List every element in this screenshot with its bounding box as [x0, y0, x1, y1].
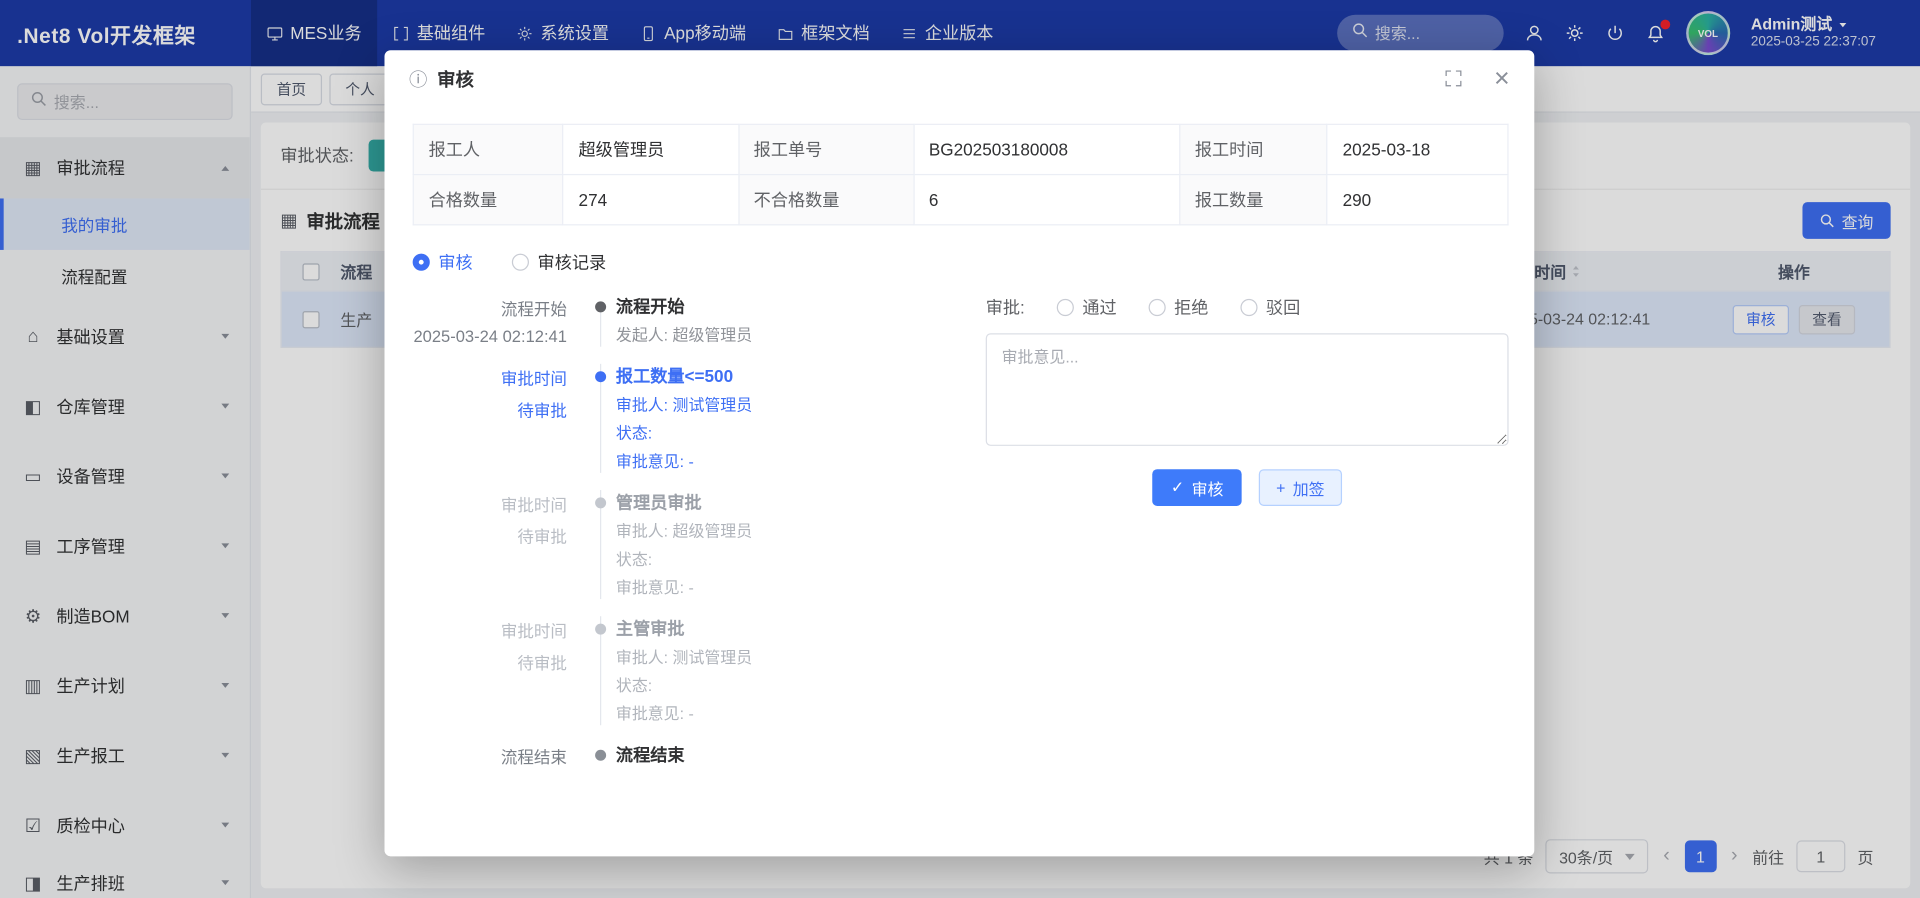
modal-body: 报工人 超级管理员 报工单号 BG202503180008 报工时间 2025-…	[384, 124, 1534, 789]
info-label: 报工时间	[1180, 124, 1328, 174]
work-report-info-table: 报工人 超级管理员 报工单号 BG202503180008 报工时间 2025-…	[413, 124, 1509, 226]
info-value-report-qty: 290	[1327, 175, 1508, 225]
approval-label: 审批:	[986, 295, 1025, 320]
view-mode-radios: 审核 审核记录	[413, 250, 1509, 275]
timeline-dot	[595, 750, 606, 761]
radio-approve-pass[interactable]: 通过	[1057, 295, 1117, 320]
radio-dot-icon	[1057, 299, 1074, 316]
info-icon: ⓘ	[409, 66, 427, 92]
info-value-reporter: 超级管理员	[563, 124, 738, 174]
modal-header: ⓘ 审核 ×	[384, 50, 1534, 106]
radio-dot-icon	[1240, 299, 1257, 316]
add-sign-button[interactable]: + 加签	[1259, 469, 1342, 506]
radio-audit[interactable]: 审核	[413, 250, 473, 275]
info-value-qualified-qty: 274	[563, 175, 738, 225]
info-label: 不合格数量	[738, 175, 913, 225]
timeline-item-current-step: 审批时间 待审批 报工数量<=500 审批人: 测试管理员 状态: 审批意见: …	[413, 364, 979, 490]
modal-title: 审核	[437, 66, 474, 92]
timeline-dot	[595, 624, 606, 635]
info-label: 合格数量	[413, 175, 563, 225]
approval-timeline: 流程开始 2025-03-24 02:12:41 流程开始 发起人: 超级管理员	[413, 294, 979, 789]
radio-dot-icon	[413, 254, 430, 271]
audit-modal: ⓘ 审核 × 报工人 超级管理员 报工单号 BG202503180008 报工时…	[384, 50, 1534, 856]
info-value-unqualified-qty: 6	[914, 175, 1180, 225]
timeline-dot	[595, 497, 606, 508]
timeline-dot	[595, 371, 606, 382]
submit-audit-button[interactable]: ✓ 审核	[1153, 469, 1242, 506]
radio-dot-icon	[1148, 299, 1165, 316]
app-root: .Net8 Vol开发框架 MES业务 基础组件 系统设置 App移动端 框架文…	[0, 0, 1920, 898]
info-value-report-date: 2025-03-18	[1327, 124, 1508, 174]
timeline-item-end: 流程结束 流程结束	[413, 742, 979, 789]
check-icon: ✓	[1171, 478, 1184, 498]
info-value-report-no: BG202503180008	[914, 124, 1180, 174]
approval-comment-input[interactable]	[986, 333, 1509, 446]
info-label: 报工数量	[1180, 175, 1328, 225]
approval-panel: 审批: 通过 拒绝 驳回	[986, 294, 1509, 789]
close-icon-button[interactable]: ×	[1494, 65, 1510, 92]
fullscreen-icon-button[interactable]	[1445, 70, 1462, 87]
timeline-dot	[595, 301, 606, 312]
timeline-item-supervisor-approval: 审批时间 待审批 主管审批 审批人: 测试管理员 状态: 审批意见: -	[413, 616, 979, 742]
radio-approve-return[interactable]: 驳回	[1240, 295, 1300, 320]
info-label: 报工人	[413, 124, 563, 174]
info-label: 报工单号	[738, 124, 913, 174]
timeline-item-admin-approval: 审批时间 待审批 管理员审批 审批人: 超级管理员 状态: 审批意见: -	[413, 490, 979, 616]
radio-audit-history[interactable]: 审核记录	[512, 250, 606, 275]
timeline-item-start: 流程开始 2025-03-24 02:12:41 流程开始 发起人: 超级管理员	[413, 294, 979, 364]
radio-dot-icon	[512, 254, 529, 271]
radio-approve-reject[interactable]: 拒绝	[1148, 295, 1208, 320]
plus-icon: +	[1276, 478, 1285, 496]
